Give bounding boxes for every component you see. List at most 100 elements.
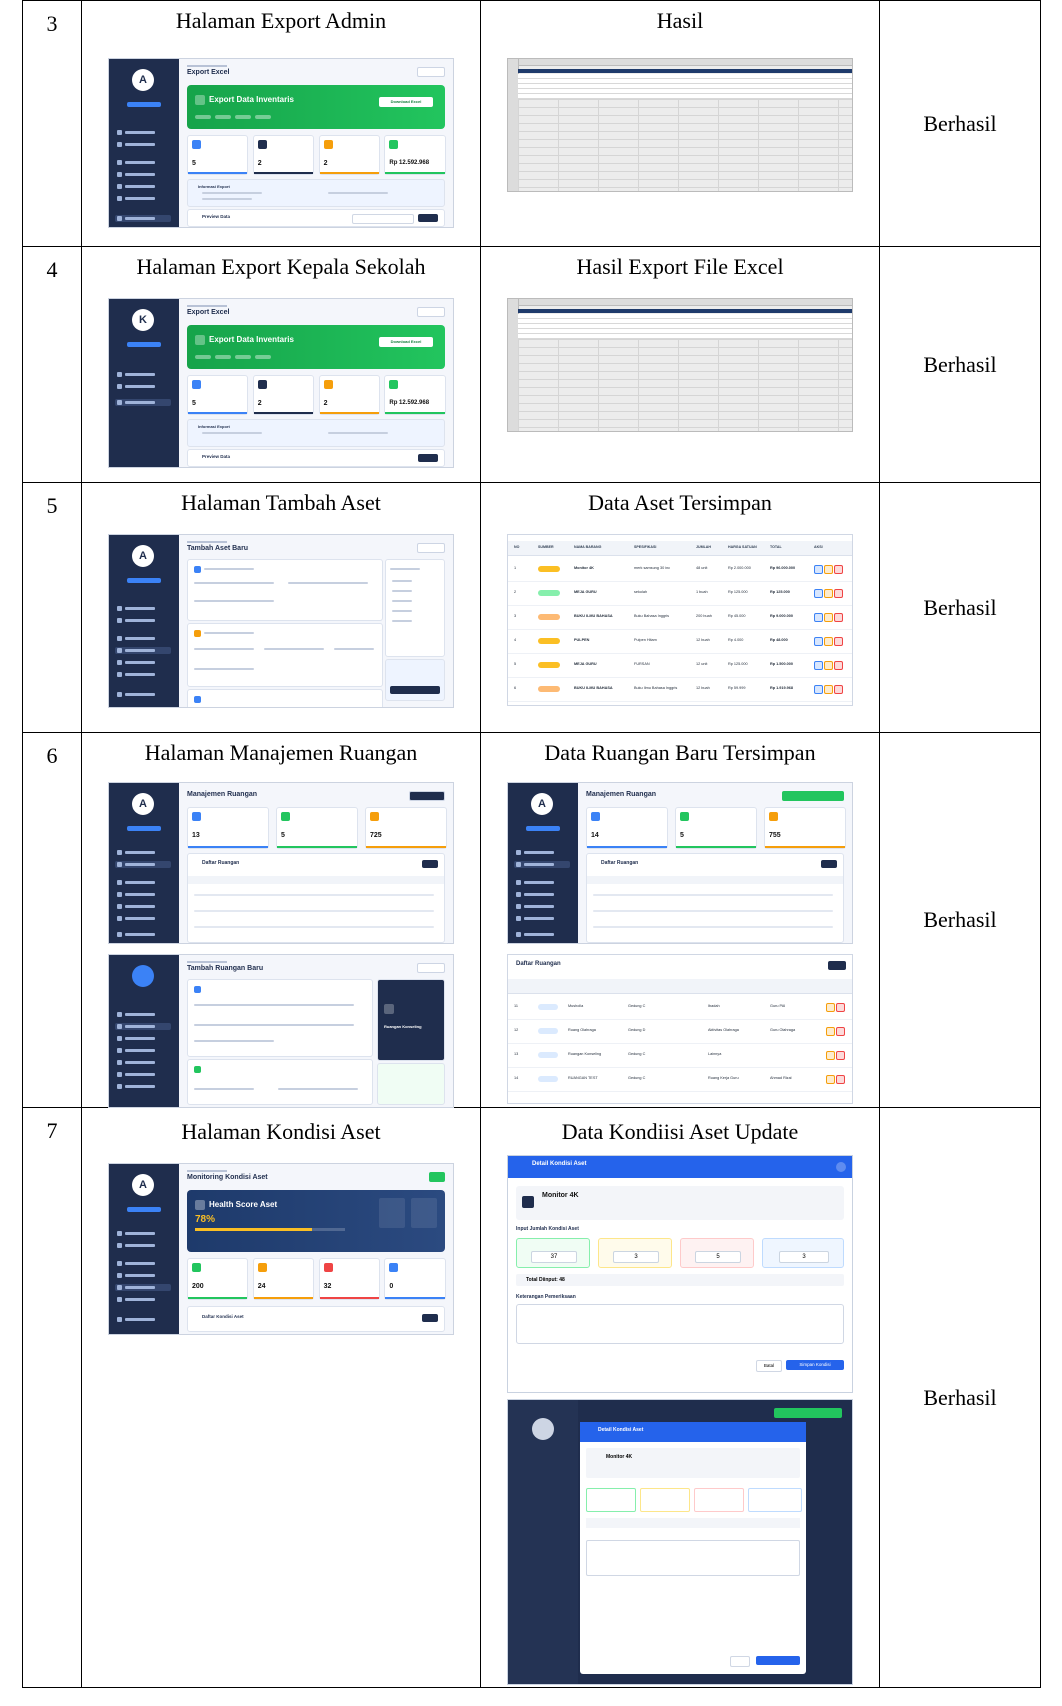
action-icon: [814, 637, 823, 646]
table-cell: Rp 1.919.968: [770, 686, 794, 690]
page-title: Export Excel: [187, 69, 230, 76]
left-title: Halaman Manajemen Ruangan: [144, 740, 418, 765]
action-icon: [836, 1051, 845, 1060]
table-row: 4 Halaman Export Kepala Sekolah K Export…: [22, 246, 1041, 483]
table-row: 5 Halaman Tambah Aset A Tambah Aset Baru…: [22, 482, 1041, 733]
table-cell: Gedung C: [628, 1076, 646, 1080]
table-cell: merk samsung 30 inc: [634, 566, 671, 570]
stat-cards: 5 2 2 Rp 12.592.968: [187, 135, 446, 175]
table-cell: 5: [514, 662, 517, 666]
table-cell: BUKU ILMU BAHASA: [574, 686, 613, 690]
table-cell: Rp 125.000: [728, 662, 748, 666]
action-icon: [836, 1075, 845, 1084]
right-title: Hasil Export File Excel: [576, 254, 784, 279]
column-header: HARGA SATUAN: [728, 545, 757, 549]
left-title: Halaman Tambah Aset: [181, 490, 381, 515]
row-number: 3: [22, 0, 82, 247]
table-cell: MEJA GURU: [574, 590, 597, 594]
role-badge: [127, 102, 161, 107]
action-icon: [814, 589, 823, 598]
table-header: NO SUMBER NAMA BARANG SPESIFIKASI JUMLAH HARG…: [508, 541, 852, 556]
ruangan-list-screenshot: Daftar Ruangan 11 Musholla Gedung C Ibadah G…: [508, 955, 852, 1103]
table-row: 4 PULPEN Pulpen Hitam 12 buah Rp 4.000 Rp 48.…: [508, 629, 852, 654]
download-excel-button: Download Excel: [379, 97, 433, 107]
table-cell: FURSAN: [634, 662, 650, 666]
save-condition-button: Simpan Kondisi: [786, 1360, 844, 1370]
table-cell: Rp 45.000: [728, 614, 746, 618]
sidebar-item: [115, 129, 171, 136]
action-icon: [826, 1027, 835, 1036]
page-title: Manajemen Ruangan: [586, 791, 657, 798]
source-badge: [538, 614, 560, 620]
table-cell: Ruang Kerja Guru: [708, 1076, 739, 1080]
table-cell: 200 buah: [696, 614, 712, 618]
table-cell: sekolah: [634, 590, 648, 594]
page-header: Export Excel: [187, 65, 445, 79]
table-cell: Lainnya: [708, 1052, 722, 1056]
action-icon: [824, 589, 833, 598]
table-row: 5 MEJA GURU FURSAN 12 unit Rp 125.000 Rp 1.50…: [508, 653, 852, 678]
table-cell: BUKU ILMU BAHASA: [574, 614, 613, 618]
table-cell: 12: [514, 1028, 519, 1032]
asset-name: Monitor 4K: [542, 1192, 579, 1199]
main-area: Export Excel Export Data Inventaris Downl…: [179, 59, 453, 227]
left-cell: Halaman Export Kepala Sekolah K Export E…: [81, 246, 481, 483]
left-cell: Halaman Tambah Aset A Tambah Aset Baru: [81, 482, 481, 733]
page-title: Tambah Ruangan Baru: [187, 965, 264, 972]
source-badge: [538, 638, 560, 644]
column-header: AKSI: [814, 545, 823, 549]
action-icon: [834, 565, 843, 574]
table-cell: Rp 59.999: [728, 686, 746, 690]
result-cell: Berhasil: [879, 732, 1041, 1108]
table-cell: Gedung C: [628, 1052, 646, 1056]
result-cell: Berhasil: [879, 246, 1041, 483]
action-icon: [824, 661, 833, 670]
table-cell: Guru PAI: [770, 1004, 786, 1008]
table-cell: 11: [514, 1004, 518, 1008]
table-cell: 1 buah: [696, 590, 708, 594]
table-cell: Rp 4.000: [728, 638, 744, 642]
action-icon: [824, 685, 833, 694]
table-cell: 4: [514, 638, 517, 642]
action-icon: [824, 565, 833, 574]
tambah-ruangan-screenshot: Tambah Ruangan Baru Ruangan Konseling: [109, 955, 453, 1107]
health-score-value: 78%: [195, 1214, 216, 1225]
sidebar-item-active: [115, 215, 171, 222]
action-icon: [834, 637, 843, 646]
table-cell: Ahmad Rizal: [770, 1076, 792, 1080]
result-cell: Berhasil: [879, 0, 1041, 247]
export-kepsek-screenshot: K Export Excel Export Data Inventaris Dow…: [109, 299, 453, 467]
page-title: Manajemen Ruangan: [187, 791, 258, 798]
action-icon: [834, 685, 843, 694]
table-cell: Rp 9.000.000: [770, 614, 794, 618]
action-icon: [826, 1003, 835, 1012]
test-result-table: 3 Halaman Export Admin A Export Excel Ex…: [22, 0, 1041, 1688]
avatar: A: [132, 1174, 154, 1196]
sidebar-item: [115, 159, 171, 166]
page-title: Monitoring Kondisi Aset: [187, 1174, 268, 1181]
action-icon: [824, 613, 833, 622]
right-title: Data Ruangan Baru Tersimpan: [544, 740, 816, 765]
left-title: Halaman Export Kepala Sekolah: [136, 254, 426, 279]
right-title: Data Aset Tersimpan: [588, 490, 772, 515]
cancel-button: Batal: [756, 1360, 782, 1372]
table-cell: MEJA GURU: [574, 662, 597, 666]
action-icon: [836, 1027, 845, 1036]
left-title: Halaman Kondisi Aset: [181, 1119, 381, 1144]
sidebar-item: [115, 195, 171, 202]
column-header: NAMA BARANG: [574, 545, 602, 549]
table-cell: Ruangan Konseling: [568, 1052, 602, 1056]
modal-title: Detail Kondisi Aset: [532, 1161, 587, 1167]
right-title: Data Kondiisi Aset Update: [561, 1119, 799, 1144]
right-cell: Hasil: [480, 0, 880, 247]
sidebar-item: [115, 171, 171, 178]
table-cell: PULPEN: [574, 638, 590, 642]
table-cell: Rp 125.000: [770, 590, 790, 594]
tambah-aset-screenshot: A Tambah Aset Baru: [109, 535, 453, 707]
action-icon: [824, 637, 833, 646]
row-number: 5: [22, 482, 82, 733]
source-badge: [538, 662, 560, 668]
table-cell: Monitor 4K: [574, 566, 594, 570]
table-row: 1 Monitor 4K merk samsung 30 inc 48 unit Rp …: [508, 557, 852, 582]
table-cell: 13: [514, 1052, 519, 1056]
